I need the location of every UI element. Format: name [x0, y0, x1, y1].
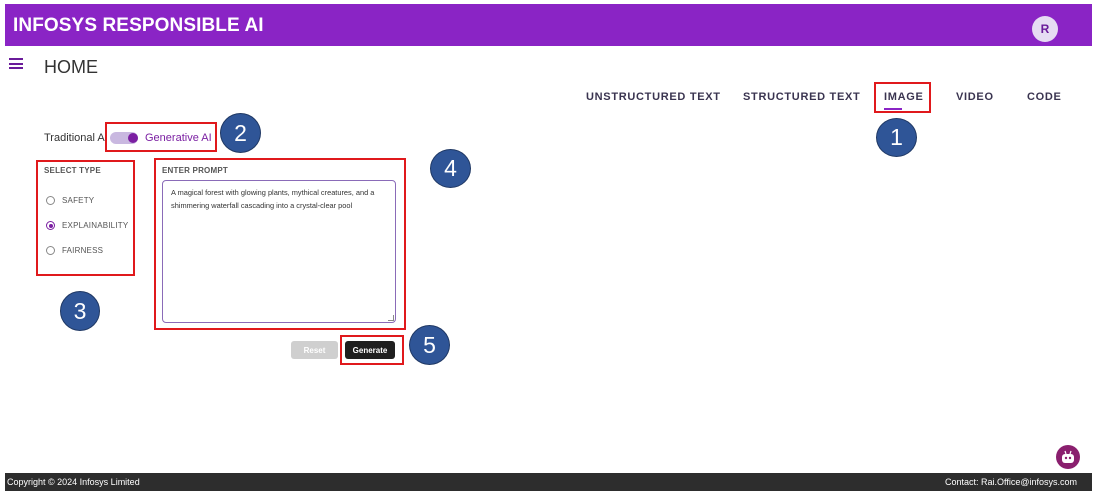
- radio-fairness-label[interactable]: FAIRNESS: [62, 246, 103, 255]
- generate-button[interactable]: Generate: [345, 341, 395, 359]
- chatbot-button[interactable]: [1056, 445, 1080, 469]
- tab-image-underline: [884, 108, 902, 110]
- contact-text: Contact: Rai.Office@infosys.com: [944, 477, 1077, 487]
- annotation-marker-1: 1: [876, 118, 917, 157]
- app-root: INFOSYS RESPONSIBLE AI R HOME UNSTRUCTUR…: [0, 0, 1093, 491]
- tab-video[interactable]: VIDEO: [956, 91, 994, 103]
- ai-mode-toggle-thumb[interactable]: [128, 133, 138, 143]
- annotation-marker-3: 3: [60, 291, 100, 331]
- radio-fairness[interactable]: [46, 246, 55, 255]
- highlight-select-type: [36, 160, 135, 276]
- tab-image[interactable]: IMAGE: [884, 91, 924, 103]
- tab-code[interactable]: CODE: [1027, 91, 1062, 103]
- user-avatar[interactable]: R: [1032, 16, 1058, 42]
- radio-safety[interactable]: [46, 196, 55, 205]
- reset-button[interactable]: Reset: [291, 341, 338, 359]
- select-type-label: SELECT TYPE: [44, 166, 101, 175]
- footer: Copyright © 2024 Infosys Limited Contact…: [5, 473, 1092, 491]
- prompt-textarea[interactable]: A magical forest with glowing plants, my…: [162, 180, 396, 323]
- copyright-text: Copyright © 2024 Infosys Limited: [7, 477, 140, 487]
- robot-icon: [1062, 450, 1074, 463]
- radio-explainability[interactable]: [46, 221, 55, 230]
- menu-icon[interactable]: [9, 58, 23, 69]
- tab-unstructured-text[interactable]: UNSTRUCTURED TEXT: [586, 91, 721, 103]
- page-title: HOME: [44, 57, 98, 77]
- radio-explainability-label[interactable]: EXPLAINABILITY: [62, 221, 128, 230]
- tab-structured-text[interactable]: STRUCTURED TEXT: [743, 91, 860, 103]
- top-app-bar: INFOSYS RESPONSIBLE AI R: [5, 4, 1092, 46]
- annotation-marker-2: 2: [220, 113, 261, 153]
- enter-prompt-label: ENTER PROMPT: [162, 166, 228, 175]
- resize-handle-icon[interactable]: [388, 315, 394, 321]
- generative-ai-label: Generative AI: [145, 132, 212, 144]
- annotation-marker-5: 5: [409, 325, 450, 365]
- traditional-ai-label: Traditional AI: [44, 132, 108, 144]
- annotation-marker-4: 4: [430, 149, 471, 188]
- app-title: INFOSYS RESPONSIBLE AI: [13, 15, 264, 36]
- radio-safety-label[interactable]: SAFETY: [62, 196, 94, 205]
